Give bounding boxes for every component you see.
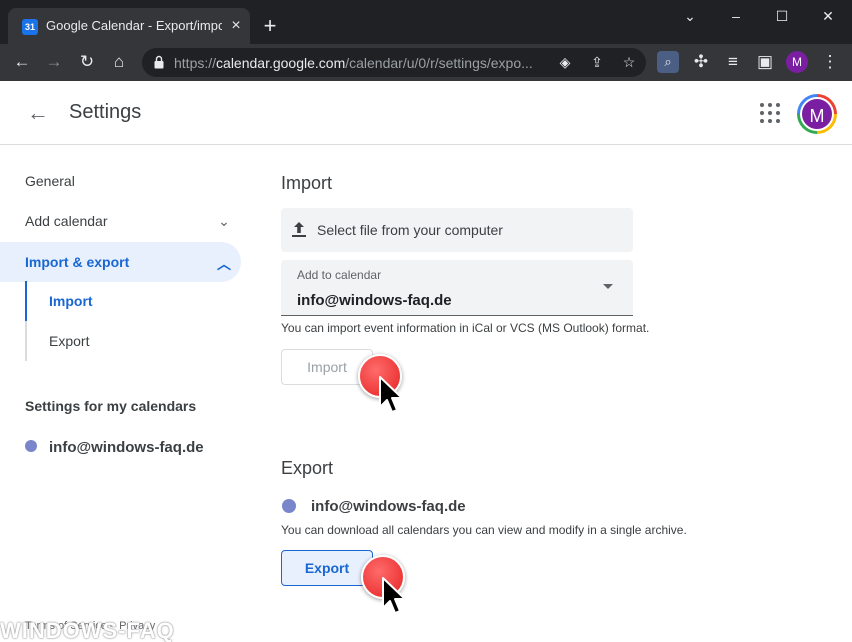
export-hint: You can download all calendars you can v…: [281, 523, 687, 537]
chevron-up-icon: ︿: [217, 256, 231, 272]
upload-icon: [292, 222, 306, 237]
calendar-color-dot: [25, 440, 37, 452]
new-tab-plus-icon[interactable]: +: [258, 14, 282, 38]
mouse-cursor-icon: [382, 577, 406, 614]
mouse-cursor-icon: [379, 376, 403, 413]
sidebar-item-import-export[interactable]: Import & export ︿: [0, 242, 241, 282]
home-icon[interactable]: ⌂: [107, 50, 131, 74]
extensions-puzzle-icon[interactable]: ✣: [689, 50, 713, 74]
share-icon[interactable]: ⇪: [587, 52, 607, 72]
side-panel-icon[interactable]: ▣: [753, 50, 777, 74]
account-avatar[interactable]: M: [797, 94, 837, 134]
tab-title: Google Calendar - Export/import: [46, 18, 222, 33]
sidebar-subitem-label: Import: [49, 293, 93, 309]
tab-search-chevron-icon[interactable]: ⌄: [676, 6, 704, 26]
back-arrow-icon[interactable]: ←: [24, 99, 52, 127]
dropdown-arrow-icon: [603, 284, 613, 289]
forward-icon[interactable]: →: [42, 50, 66, 74]
watermark: WINDOWS-FAQ: [0, 618, 175, 642]
url-text: https://calendar.google.com/calendar/u/0…: [174, 55, 533, 71]
browser-menu-icon[interactable]: ⋮: [818, 50, 842, 74]
maximize-icon[interactable]: ☐: [768, 6, 796, 26]
browser-tab[interactable]: 31 Google Calendar - Export/import ×: [8, 8, 250, 44]
page-title: Settings: [69, 101, 142, 123]
extension-search-icon[interactable]: ⌕: [657, 51, 679, 73]
address-bar[interactable]: https://calendar.google.com/calendar/u/0…: [142, 48, 646, 77]
lock-icon: [154, 55, 164, 69]
sidebar-calendar-item[interactable]: info@windows-faq.de: [49, 439, 204, 456]
settings-header: ← Settings M: [0, 81, 852, 145]
sidebar-item-label: General: [25, 173, 75, 189]
minimize-icon[interactable]: –: [722, 6, 750, 26]
browser-profile-avatar[interactable]: M: [786, 51, 808, 73]
sidebar-subitem-export[interactable]: Export: [25, 321, 225, 361]
export-calendar-color-dot: [282, 499, 296, 513]
export-button[interactable]: Export: [281, 550, 373, 586]
google-apps-grid-icon[interactable]: [758, 101, 782, 125]
media-queue-icon[interactable]: ≡: [721, 50, 745, 74]
bookmark-star-icon[interactable]: ☆: [619, 52, 639, 72]
sidebar-item-label: Import & export: [25, 254, 130, 270]
select-file-button[interactable]: Select file from your computer: [281, 208, 633, 252]
import-hint: You can import event information in iCal…: [281, 321, 650, 335]
settings-sidebar: General Add calendar ⌄ Import & export ︿…: [0, 146, 256, 642]
export-calendar-name: info@windows-faq.de: [311, 498, 466, 515]
site-settings-icon[interactable]: ◈: [555, 52, 575, 72]
avatar-initial: M: [800, 97, 834, 131]
sidebar-item-label: Add calendar: [25, 213, 108, 229]
window-close-icon[interactable]: ✕: [814, 6, 842, 26]
add-to-calendar-select[interactable]: Add to calendar info@windows-faq.de: [281, 260, 633, 316]
calendar-favicon-icon: 31: [22, 19, 38, 35]
tab-close-icon[interactable]: ×: [228, 18, 244, 34]
sidebar-item-general[interactable]: General: [0, 161, 241, 201]
import-section-title: Import: [281, 173, 333, 193]
sidebar-subitem-label: Export: [49, 333, 90, 349]
add-to-calendar-caption: Add to calendar: [297, 268, 382, 282]
browser-tabstrip: 31 Google Calendar - Export/import × + ⌄…: [0, 0, 852, 44]
select-file-label: Select file from your computer: [317, 222, 503, 238]
sidebar-item-add-calendar[interactable]: Add calendar ⌄: [0, 201, 241, 241]
export-section-title: Export: [281, 458, 334, 478]
back-icon[interactable]: ←: [10, 50, 34, 74]
browser-toolbar: ← → ↻ ⌂ https://calendar.google.com/cale…: [0, 44, 852, 81]
chevron-down-icon: ⌄: [218, 213, 230, 229]
my-calendars-heading: Settings for my calendars: [25, 398, 197, 414]
sidebar-subitem-import[interactable]: Import: [25, 281, 225, 321]
reload-icon[interactable]: ↻: [75, 50, 99, 74]
selected-calendar-value: info@windows-faq.de: [297, 292, 452, 309]
